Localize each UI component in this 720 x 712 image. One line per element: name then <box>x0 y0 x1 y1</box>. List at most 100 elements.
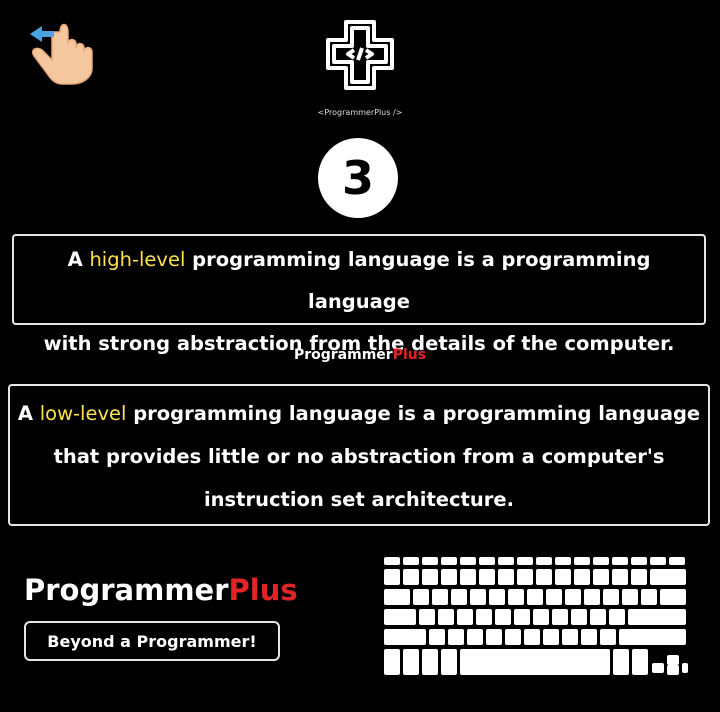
keyboard-key <box>479 557 495 565</box>
keyboard-key <box>384 629 426 645</box>
keyboard-key <box>632 649 648 675</box>
keyboard-key <box>536 569 552 585</box>
swipe-left-hand-icon <box>24 14 108 98</box>
keyboard-key <box>470 589 486 605</box>
keyboard-key <box>667 665 679 675</box>
keyboard-key <box>476 609 492 625</box>
keyboard-key <box>667 655 679 665</box>
keyboard-key <box>441 569 457 585</box>
keyboard-key <box>384 557 400 565</box>
keyboard-key <box>441 649 457 675</box>
keyboard-key <box>422 649 438 675</box>
footer-brand-part2: Plus <box>228 573 298 607</box>
keyboard-key <box>562 629 578 645</box>
keyboard-key <box>660 589 686 605</box>
keyboard-key <box>641 589 657 605</box>
keyboard-key <box>467 629 483 645</box>
keyboard-key <box>460 569 476 585</box>
keyboard-key <box>536 557 552 565</box>
logo-tagline: <ProgrammerPlus /> <box>317 108 403 117</box>
keyboard-key <box>555 557 571 565</box>
high-level-prefix: A <box>67 248 90 271</box>
keyboard-key <box>498 569 514 585</box>
keyboard-key <box>514 609 530 625</box>
keyboard-icon <box>382 557 690 679</box>
keyboard-key <box>495 609 511 625</box>
beyond-a-programmer-button[interactable]: Beyond a Programmer! <box>24 621 280 661</box>
low-level-line-3: instruction set architecture. <box>203 488 515 511</box>
keyboard-key <box>622 589 638 605</box>
keyboard-key <box>619 629 686 645</box>
keyboard-key <box>524 629 540 645</box>
low-level-line-1: A low-level programming language is a pr… <box>10 392 708 435</box>
keyboard-key <box>574 557 590 565</box>
keyboard-key <box>489 589 505 605</box>
keyboard-key <box>429 629 445 645</box>
keyboard-key <box>403 569 419 585</box>
keyboard-key <box>384 569 400 585</box>
keyboard-key <box>612 569 628 585</box>
mid-brand-part2: Plus <box>392 347 427 363</box>
low-level-line-1-rest: programming language is a programming la… <box>126 402 701 425</box>
keyboard-key <box>603 589 619 605</box>
keyboard-key <box>628 609 686 625</box>
keyboard-key <box>460 557 476 565</box>
keyboard-key <box>584 589 600 605</box>
keyboard-key <box>441 557 457 565</box>
keyboard-key <box>652 663 664 673</box>
keyboard-key <box>574 569 590 585</box>
keyboard-key <box>479 569 495 585</box>
keyboard-key <box>432 589 448 605</box>
keyboard-key <box>419 609 435 625</box>
high-level-line-1: A high-level programming language is a p… <box>14 239 704 323</box>
keyboard-key <box>555 569 571 585</box>
keyboard-key <box>533 609 549 625</box>
keyboard-key <box>593 569 609 585</box>
keyboard-key <box>571 609 587 625</box>
keyboard-key <box>600 629 616 645</box>
keyboard-key <box>505 629 521 645</box>
keyboard-key <box>613 649 629 675</box>
mid-brand-label: ProgrammerPlus <box>260 347 460 363</box>
keyboard-key <box>682 663 688 673</box>
keyboard-key <box>403 557 419 565</box>
keyboard-key <box>631 557 647 565</box>
keyboard-key <box>422 569 438 585</box>
keyboard-key <box>593 557 609 565</box>
keyboard-key <box>448 629 464 645</box>
low-level-line-2: that provides little or no abstraction f… <box>53 445 665 468</box>
keyboard-key <box>422 557 438 565</box>
keyboard-key <box>451 589 467 605</box>
keyboard-key <box>498 557 514 565</box>
keyboard-key <box>486 629 502 645</box>
keyboard-key <box>581 629 597 645</box>
high-level-line-1-rest: programming language is a programming la… <box>185 248 651 313</box>
high-level-highlight: high-level <box>89 248 186 271</box>
keyboard-key <box>546 589 562 605</box>
keyboard-key <box>517 557 533 565</box>
keyboard-key <box>650 557 666 565</box>
keyboard-key <box>650 569 686 585</box>
footer-brand: ProgrammerPlus <box>24 573 298 607</box>
keyboard-key <box>403 649 419 675</box>
low-level-highlight: low-level <box>39 402 127 425</box>
keyboard-key <box>552 609 568 625</box>
slide-number-badge: 3 <box>318 138 398 218</box>
keyboard-key <box>609 609 625 625</box>
keyboard-key <box>384 589 410 605</box>
keyboard-key <box>457 609 473 625</box>
keyboard-key <box>384 649 400 675</box>
keyboard-key <box>527 589 543 605</box>
keyboard-key <box>384 609 416 625</box>
keyboard-key <box>669 557 685 565</box>
keyboard-key <box>413 589 429 605</box>
keyboard-key <box>590 609 606 625</box>
keyboard-key <box>631 569 647 585</box>
low-level-definition-card: A low-level programming language is a pr… <box>8 384 710 526</box>
keyboard-key <box>508 589 524 605</box>
footer-brand-part1: Programmer <box>24 573 229 607</box>
mid-brand-part1: Programmer <box>293 347 393 363</box>
keyboard-key <box>460 649 610 675</box>
programmerplus-logo-icon <box>310 14 410 104</box>
keyboard-key <box>517 569 533 585</box>
